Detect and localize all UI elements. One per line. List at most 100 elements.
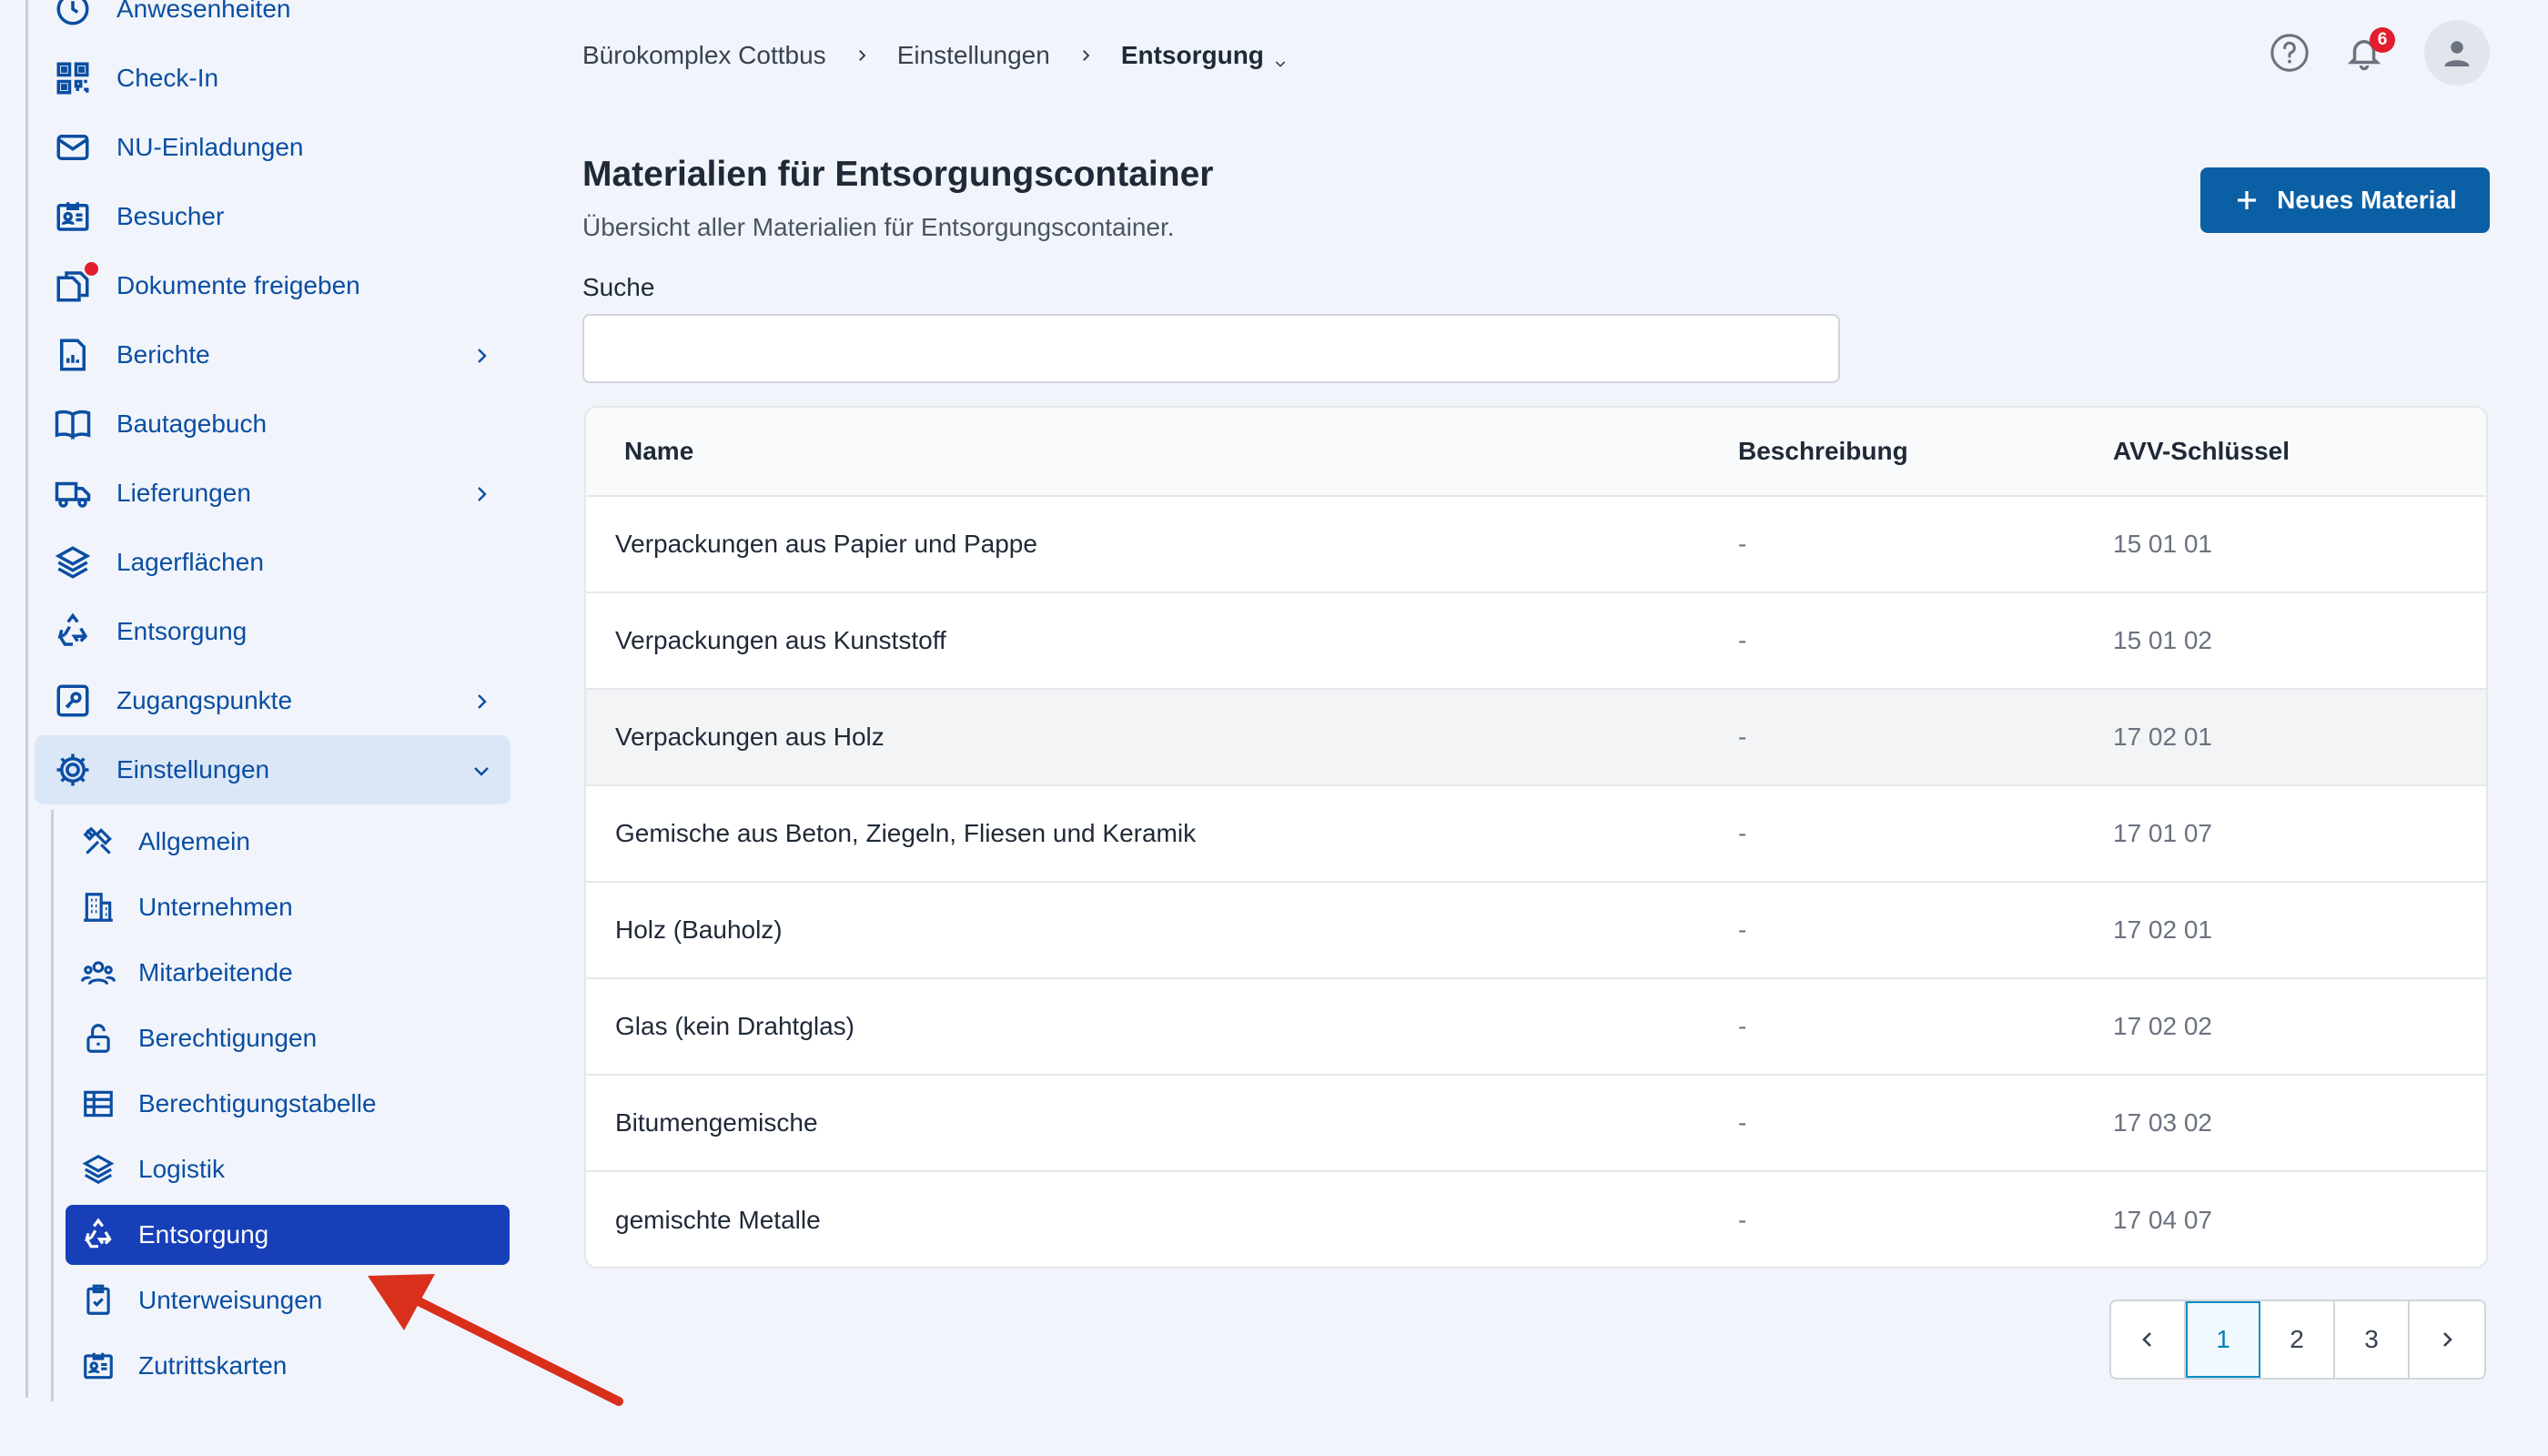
cell-name: Gemische aus Beton, Ziegeln, Fliesen und…: [615, 819, 1197, 847]
chevron-right-icon[interactable]: [470, 482, 492, 504]
sidebar-item-entsorgung[interactable]: Entsorgung: [35, 597, 511, 666]
cell-name: Verpackungen aus Kunststoff: [615, 626, 946, 654]
sidebar-item-label: Berichte: [116, 340, 210, 369]
sidebar-item-check-in[interactable]: Check-In: [35, 44, 511, 113]
table-row[interactable]: Verpackungen aus Kunststoff - 15 01 02: [586, 593, 2486, 690]
breadcrumb-current[interactable]: Entsorgung: [1121, 41, 1288, 70]
layers-icon: [53, 542, 93, 582]
pagination-page-3[interactable]: 3: [2335, 1301, 2410, 1378]
cell-description: -: [1738, 1108, 1747, 1137]
avatar[interactable]: [2424, 20, 2490, 86]
sidebar-item-berichte[interactable]: Berichte: [35, 320, 511, 389]
sidebar-item-label: Dokumente freigeben: [116, 271, 360, 299]
cell-avv: 17 01 07: [2113, 819, 2212, 847]
notifications-button[interactable]: 6: [2341, 27, 2395, 76]
breadcrumb-project[interactable]: Bürokomplex Cottbus: [582, 41, 826, 70]
submenu-tree-line: [51, 810, 54, 1401]
cell-description: -: [1738, 1012, 1747, 1040]
cell-description: -: [1738, 819, 1747, 847]
breadcrumb: Bürokomplex Cottbus Einstellungen Entsor…: [582, 35, 1288, 76]
sidebar-item-dokumente-freigeben[interactable]: Dokumente freigeben: [35, 251, 511, 320]
cell-description: -: [1738, 530, 1747, 558]
cell-name: Glas (kein Drahtglas): [615, 1012, 854, 1040]
table-icon: [80, 1086, 116, 1122]
pagination-prev-button[interactable]: [2111, 1301, 2186, 1378]
sidebar-item-bautagebuch[interactable]: Bautagebuch: [35, 389, 511, 459]
pagination-page-2[interactable]: 2: [2260, 1301, 2335, 1378]
search-input[interactable]: [582, 314, 1840, 383]
sidebar-subitem-berechtigungen[interactable]: Berechtigungen: [66, 1008, 510, 1068]
notification-count-badge: 6: [2370, 27, 2395, 53]
sidebar-subitem-berechtigungstabelle[interactable]: Berechtigungstabelle: [66, 1074, 510, 1134]
table-row[interactable]: Verpackungen aus Holz - 17 02 01: [586, 690, 2486, 786]
sidebar-item-label: Zugangspunkte: [116, 686, 293, 714]
table-row[interactable]: Holz (Bauholz) - 17 02 01: [586, 883, 2486, 979]
truck-icon: [53, 473, 93, 513]
sidebar-item-zugangspunkte[interactable]: Zugangspunkte: [35, 666, 511, 735]
chevron-left-icon: [2142, 1332, 2151, 1347]
table-row[interactable]: gemischte Metalle - 17 04 07: [586, 1172, 2486, 1267]
sidebar-subitem-label: Logistik: [138, 1155, 225, 1183]
sidebar-item-lagerflaechen[interactable]: Lagerflächen: [35, 528, 511, 597]
pagination-next-button[interactable]: [2410, 1301, 2484, 1378]
unlock-icon: [80, 1020, 116, 1057]
envelope-icon: [53, 127, 93, 167]
materials-table: Name Beschreibung AVV-Schlüssel Verpacku…: [584, 406, 2488, 1269]
sidebar-subitem-label: Allgemein: [138, 827, 250, 855]
sidebar-subitem-mitarbeitende[interactable]: Mitarbeitende: [66, 943, 510, 1003]
documents-icon: [53, 262, 98, 306]
cell-description: -: [1738, 626, 1747, 654]
cell-avv: 17 02 02: [2113, 1012, 2212, 1040]
table-row[interactable]: Gemische aus Beton, Ziegeln, Fliesen und…: [586, 786, 2486, 883]
cell-description: -: [1738, 915, 1747, 944]
cell-avv: 15 01 02: [2113, 626, 2212, 654]
plus-icon: [2233, 187, 2260, 214]
sidebar-border: [25, 0, 28, 1398]
column-header-name[interactable]: Name: [586, 437, 1738, 466]
sidebar-item-einstellungen[interactable]: Einstellungen: [35, 735, 511, 804]
cell-name: Verpackungen aus Holz: [615, 723, 885, 751]
table-row[interactable]: Verpackungen aus Papier und Pappe - 15 0…: [586, 497, 2486, 593]
table-row[interactable]: Bitumengemische - 17 03 02: [586, 1076, 2486, 1172]
sidebar-item-nu-einladungen[interactable]: NU-Einladungen: [35, 113, 511, 182]
pagination-page-1[interactable]: 1: [2186, 1301, 2260, 1378]
sidebar-item-besucher[interactable]: Besucher: [35, 182, 511, 251]
sidebar-item-label: Besucher: [116, 202, 225, 230]
table-row[interactable]: Glas (kein Drahtglas) - 17 02 02: [586, 979, 2486, 1076]
chevron-right-icon[interactable]: [470, 344, 492, 366]
key-icon: [53, 681, 93, 721]
recycle-icon: [80, 1217, 116, 1253]
cell-name: Verpackungen aus Papier und Pappe: [615, 530, 1037, 558]
cell-name: Bitumengemische: [615, 1108, 818, 1137]
sidebar-item-label: Lagerflächen: [116, 548, 264, 576]
cell-name: Holz (Bauholz): [615, 915, 783, 944]
sidebar-subitem-unternehmen[interactable]: Unternehmen: [66, 877, 510, 937]
chevron-right-icon: [1077, 47, 1094, 64]
page-subtitle: Übersicht aller Materialien für Entsorgu…: [582, 213, 1175, 241]
sidebar-item-anwesenheiten[interactable]: Anwesenheiten: [35, 0, 511, 44]
sidebar-item-label: Check-In: [116, 64, 219, 92]
id-card-icon: [53, 197, 93, 237]
sidebar-subitem-label: Entsorgung: [138, 1220, 269, 1249]
cell-avv: 15 01 01: [2113, 530, 2212, 558]
column-header-avv[interactable]: AVV-Schlüssel: [2113, 437, 2486, 466]
help-button[interactable]: [2266, 29, 2313, 76]
chevron-right-icon[interactable]: [470, 690, 492, 712]
breadcrumb-section[interactable]: Einstellungen: [897, 41, 1050, 70]
users-icon: [80, 955, 116, 991]
question-circle-icon: [2270, 34, 2309, 72]
cell-avv: 17 03 02: [2113, 1108, 2212, 1137]
new-material-button[interactable]: Neues Material: [2200, 167, 2490, 233]
sidebar-subitem-label: Berechtigungstabelle: [138, 1089, 377, 1117]
column-header-beschreibung[interactable]: Beschreibung: [1738, 437, 2113, 466]
cell-avv: 17 04 07: [2113, 1206, 2212, 1234]
sidebar-subitem-allgemein[interactable]: Allgemein: [66, 812, 510, 872]
chevron-down-icon[interactable]: [470, 759, 492, 781]
building-icon: [80, 889, 116, 925]
report-icon: [53, 335, 93, 375]
sidebar-subitem-logistik[interactable]: Logistik: [66, 1139, 510, 1199]
cell-avv: 17 02 01: [2113, 723, 2212, 751]
sidebar-item-lieferungen[interactable]: Lieferungen: [35, 459, 511, 528]
sidebar-item-label: Bautagebuch: [116, 410, 268, 438]
chevron-right-icon: [2443, 1332, 2452, 1347]
